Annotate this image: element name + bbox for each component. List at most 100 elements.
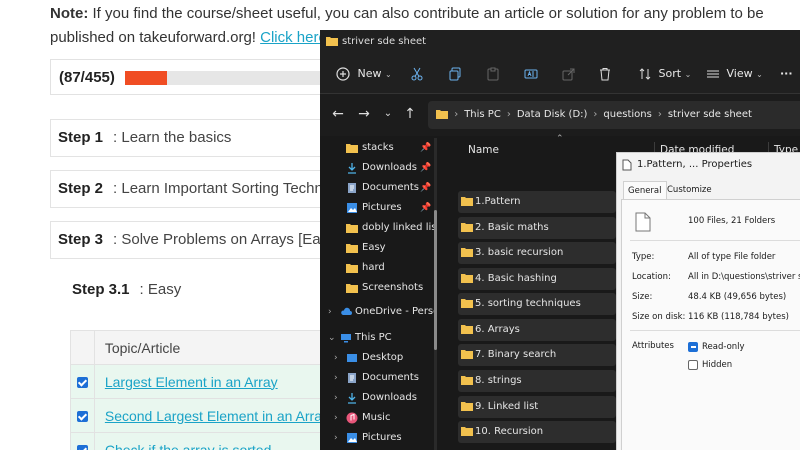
table-header-check bbox=[70, 330, 95, 365]
folder-row[interactable]: 2. Basic maths bbox=[458, 217, 616, 239]
folder-row[interactable]: 3. basic recursion bbox=[458, 242, 616, 264]
hidden-checkbox[interactable] bbox=[688, 360, 698, 370]
breadcrumb-data-disk[interactable]: Data Disk (D:) bbox=[517, 109, 588, 120]
sidebar-item-pc-downloads[interactable]: › Downloads bbox=[320, 388, 436, 408]
folder-row[interactable]: 9. Linked list bbox=[458, 396, 616, 418]
more-options-button[interactable]: ··· bbox=[780, 64, 793, 84]
progress-count: (87/455) bbox=[59, 69, 115, 86]
folder-row[interactable]: 6. Arrays bbox=[458, 319, 616, 341]
expand-chevron-icon[interactable]: › bbox=[334, 368, 338, 388]
expand-chevron-icon[interactable]: › bbox=[334, 408, 338, 428]
folder-icon bbox=[461, 350, 473, 359]
plus-circle-icon bbox=[336, 67, 350, 81]
sidebar-item-hard[interactable]: hard bbox=[320, 258, 436, 278]
sidebar-item-onedrive[interactable]: › OneDrive - Person bbox=[320, 302, 436, 322]
folder-icon bbox=[461, 376, 473, 385]
folder-name: 9. Linked list bbox=[475, 401, 539, 412]
sidebar-item-pc-pictures[interactable]: › Pictures bbox=[320, 428, 436, 448]
folder-row[interactable]: 5. sorting techniques bbox=[458, 293, 616, 315]
done-checkbox[interactable] bbox=[76, 445, 88, 450]
expand-chevron-icon[interactable]: › bbox=[334, 348, 338, 368]
breadcrumb-current-folder[interactable]: striver sde sheet bbox=[668, 109, 752, 120]
sidebar-item-label: Documents bbox=[362, 372, 420, 383]
folder-row[interactable]: 4. Basic hashing bbox=[458, 268, 616, 290]
sidebar-item-documents[interactable]: Documents 📌 bbox=[320, 178, 436, 198]
share-button[interactable] bbox=[562, 64, 576, 84]
rename-icon bbox=[524, 69, 538, 79]
explorer-titlebar[interactable]: striver sde sheet bbox=[320, 30, 800, 54]
size-value: 48.4 KB (49,656 bytes) bbox=[688, 292, 787, 302]
problem-link[interactable]: Second Largest Element in an Array bbox=[105, 408, 329, 424]
recent-locations-chevron-icon[interactable]: ⌄ bbox=[380, 106, 396, 122]
folder-icon bbox=[346, 284, 358, 293]
table-row: Largest Element in an Array bbox=[70, 364, 331, 399]
breadcrumb-questions[interactable]: questions bbox=[603, 109, 651, 120]
navigation-pane: stacks 📌 Downloads 📌 Documents 📌 Picture… bbox=[320, 136, 436, 450]
sidebar-item-easy[interactable]: Easy bbox=[320, 238, 436, 258]
item-count-summary: 100 Files, 21 Folders bbox=[688, 216, 776, 226]
rename-button[interactable] bbox=[524, 64, 538, 84]
delete-button[interactable] bbox=[598, 64, 612, 84]
new-button[interactable]: New ⌄ bbox=[336, 64, 392, 84]
address-bar[interactable]: › This PC › Data Disk (D:) › questions › strive… bbox=[428, 101, 800, 129]
sidebar-item-stacks[interactable]: stacks 📌 bbox=[320, 138, 436, 158]
problem-link[interactable]: Largest Element in an Array bbox=[105, 374, 278, 390]
folder-row[interactable]: 1.Pattern bbox=[458, 191, 616, 213]
problem-link[interactable]: Check if the array is sorted bbox=[105, 442, 272, 450]
step-3-1-header[interactable]: Step 3.1: Easy bbox=[64, 270, 340, 310]
sidebar-item-dobly-linked-list[interactable]: dobly linked list bbox=[320, 218, 436, 238]
command-bar: New ⌄ Sort ⌄ View ⌄ ··· bbox=[320, 54, 800, 94]
folder-row[interactable]: 10. Recursion bbox=[458, 421, 616, 443]
type-label: Type: bbox=[632, 252, 655, 262]
location-label: Location: bbox=[632, 272, 671, 282]
progress-bar bbox=[125, 71, 345, 85]
readonly-checkbox[interactable] bbox=[688, 342, 698, 352]
folder-name: 7. Binary search bbox=[475, 349, 557, 360]
expand-chevron-icon[interactable]: › bbox=[334, 428, 338, 448]
step-1-header[interactable]: Step 1: Learn the basics bbox=[50, 119, 340, 157]
collapse-chevron-icon[interactable]: ⌄ bbox=[328, 328, 336, 348]
substep-number: Step 3.1 bbox=[72, 281, 130, 298]
tab-general[interactable]: General bbox=[623, 181, 667, 199]
breadcrumb-this-pc[interactable]: This PC bbox=[464, 109, 501, 120]
expand-chevron-icon[interactable]: › bbox=[334, 388, 338, 408]
folder-row[interactable]: 8. strings bbox=[458, 370, 616, 392]
column-header-name[interactable]: Name bbox=[468, 136, 499, 164]
sort-button[interactable]: Sort ⌄ bbox=[638, 64, 691, 84]
tab-customize[interactable]: Customize bbox=[663, 181, 716, 199]
pin-icon: 📌 bbox=[420, 183, 432, 193]
dialog-titlebar[interactable]: 1.Pattern, ... Properties bbox=[617, 153, 800, 177]
sidebar-item-this-pc[interactable]: ⌄ This PC bbox=[320, 328, 436, 348]
copy-button[interactable] bbox=[448, 64, 462, 84]
sidebar-item-downloads[interactable]: Downloads 📌 bbox=[320, 158, 436, 178]
sidebar-item-screenshots[interactable]: Screenshots bbox=[320, 278, 436, 298]
sidebar-item-desktop[interactable]: › Desktop bbox=[320, 348, 436, 368]
back-arrow-icon[interactable]: ← bbox=[330, 106, 346, 122]
sidebar-item-label: Desktop bbox=[362, 352, 404, 363]
sidebar-item-label: Pictures bbox=[362, 202, 402, 213]
up-arrow-icon[interactable]: ↑ bbox=[402, 106, 418, 122]
done-checkbox[interactable] bbox=[76, 377, 88, 389]
step-2-header[interactable]: Step 2: Learn Important Sorting Techniqu… bbox=[50, 170, 340, 208]
chevron-right-icon: › bbox=[454, 109, 459, 120]
sort-indicator-icon: ⌃ bbox=[556, 134, 564, 144]
chevron-down-icon: ⌄ bbox=[684, 70, 692, 79]
expand-chevron-icon[interactable]: › bbox=[328, 302, 332, 322]
chevron-down-icon: ⌄ bbox=[385, 70, 392, 79]
cloud-icon bbox=[341, 307, 352, 315]
view-button[interactable]: View ⌄ bbox=[706, 64, 763, 84]
step-3-header[interactable]: Step 3: Solve Problems on Arrays [Easy -… bbox=[50, 221, 340, 259]
sidebar-scrollbar-thumb[interactable] bbox=[434, 210, 437, 350]
document-icon bbox=[348, 183, 356, 193]
sidebar-item-label: Downloads bbox=[362, 162, 417, 173]
paste-button[interactable] bbox=[486, 64, 500, 84]
forward-arrow-icon[interactable]: → bbox=[356, 106, 372, 122]
done-checkbox[interactable] bbox=[76, 411, 88, 423]
folder-row[interactable]: 7. Binary search bbox=[458, 344, 616, 366]
sidebar-item-pictures[interactable]: Pictures 📌 bbox=[320, 198, 436, 218]
sidebar-item-music[interactable]: › Music bbox=[320, 408, 436, 428]
sidebar-item-label: Downloads bbox=[362, 392, 417, 403]
step-title: : Learn the basics bbox=[113, 129, 232, 146]
cut-button[interactable] bbox=[410, 64, 424, 84]
sidebar-item-pc-documents[interactable]: › Documents bbox=[320, 368, 436, 388]
